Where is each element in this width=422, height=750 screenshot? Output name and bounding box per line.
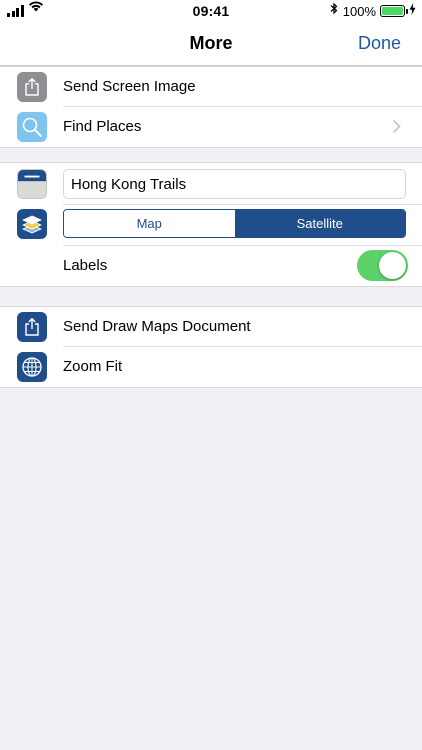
send-draw-maps-document-label: Send Draw Maps Document	[63, 318, 251, 335]
share-icon	[17, 312, 47, 342]
labels-row: Labels	[0, 246, 422, 286]
map-name-row	[0, 163, 422, 205]
battery-fill	[382, 7, 403, 15]
map-settings-group: Map Satellite Labels	[0, 162, 422, 287]
share-icon	[17, 72, 47, 102]
status-right: 100%	[330, 2, 416, 20]
status-bar: 09:41 100%	[0, 0, 422, 22]
navigation-bar: More Done	[0, 22, 422, 66]
map-name-input[interactable]	[63, 169, 406, 199]
charging-bolt-icon	[409, 2, 416, 20]
labels-toggle[interactable]	[357, 250, 408, 281]
send-screen-image-row[interactable]: Send Screen Image	[0, 67, 422, 107]
map-type-row: Map Satellite	[0, 205, 422, 246]
document-actions-group: Send Draw Maps Document Zoom Fit	[0, 306, 422, 388]
map-type-segmented-control: Map Satellite	[63, 209, 406, 238]
bluetooth-icon	[330, 2, 338, 20]
battery-tip	[406, 9, 408, 14]
zoom-fit-label: Zoom Fit	[63, 358, 123, 375]
battery-icon	[380, 5, 408, 17]
satellite-segment[interactable]: Satellite	[234, 210, 405, 237]
layers-icon	[17, 209, 47, 239]
document-icon	[17, 169, 47, 199]
chevron-right-icon	[392, 119, 401, 139]
labels-label: Labels	[63, 257, 108, 274]
toggle-knob	[379, 252, 406, 279]
magnifier-icon	[17, 112, 47, 142]
battery-percent: 100%	[342, 3, 376, 19]
actions-group: Send Screen Image Find Places	[0, 66, 422, 148]
map-segment[interactable]: Map	[64, 210, 235, 237]
find-places-label: Find Places	[63, 118, 142, 135]
find-places-row[interactable]: Find Places	[0, 107, 422, 147]
send-screen-image-label: Send Screen Image	[63, 78, 196, 95]
done-button[interactable]: Done	[358, 33, 401, 54]
send-draw-maps-document-row[interactable]: Send Draw Maps Document	[0, 307, 422, 347]
zoom-fit-row[interactable]: Zoom Fit	[0, 347, 422, 387]
more-screen: 09:41 100% More Done Send Screen Image F…	[0, 0, 422, 750]
globe-icon	[17, 352, 47, 382]
